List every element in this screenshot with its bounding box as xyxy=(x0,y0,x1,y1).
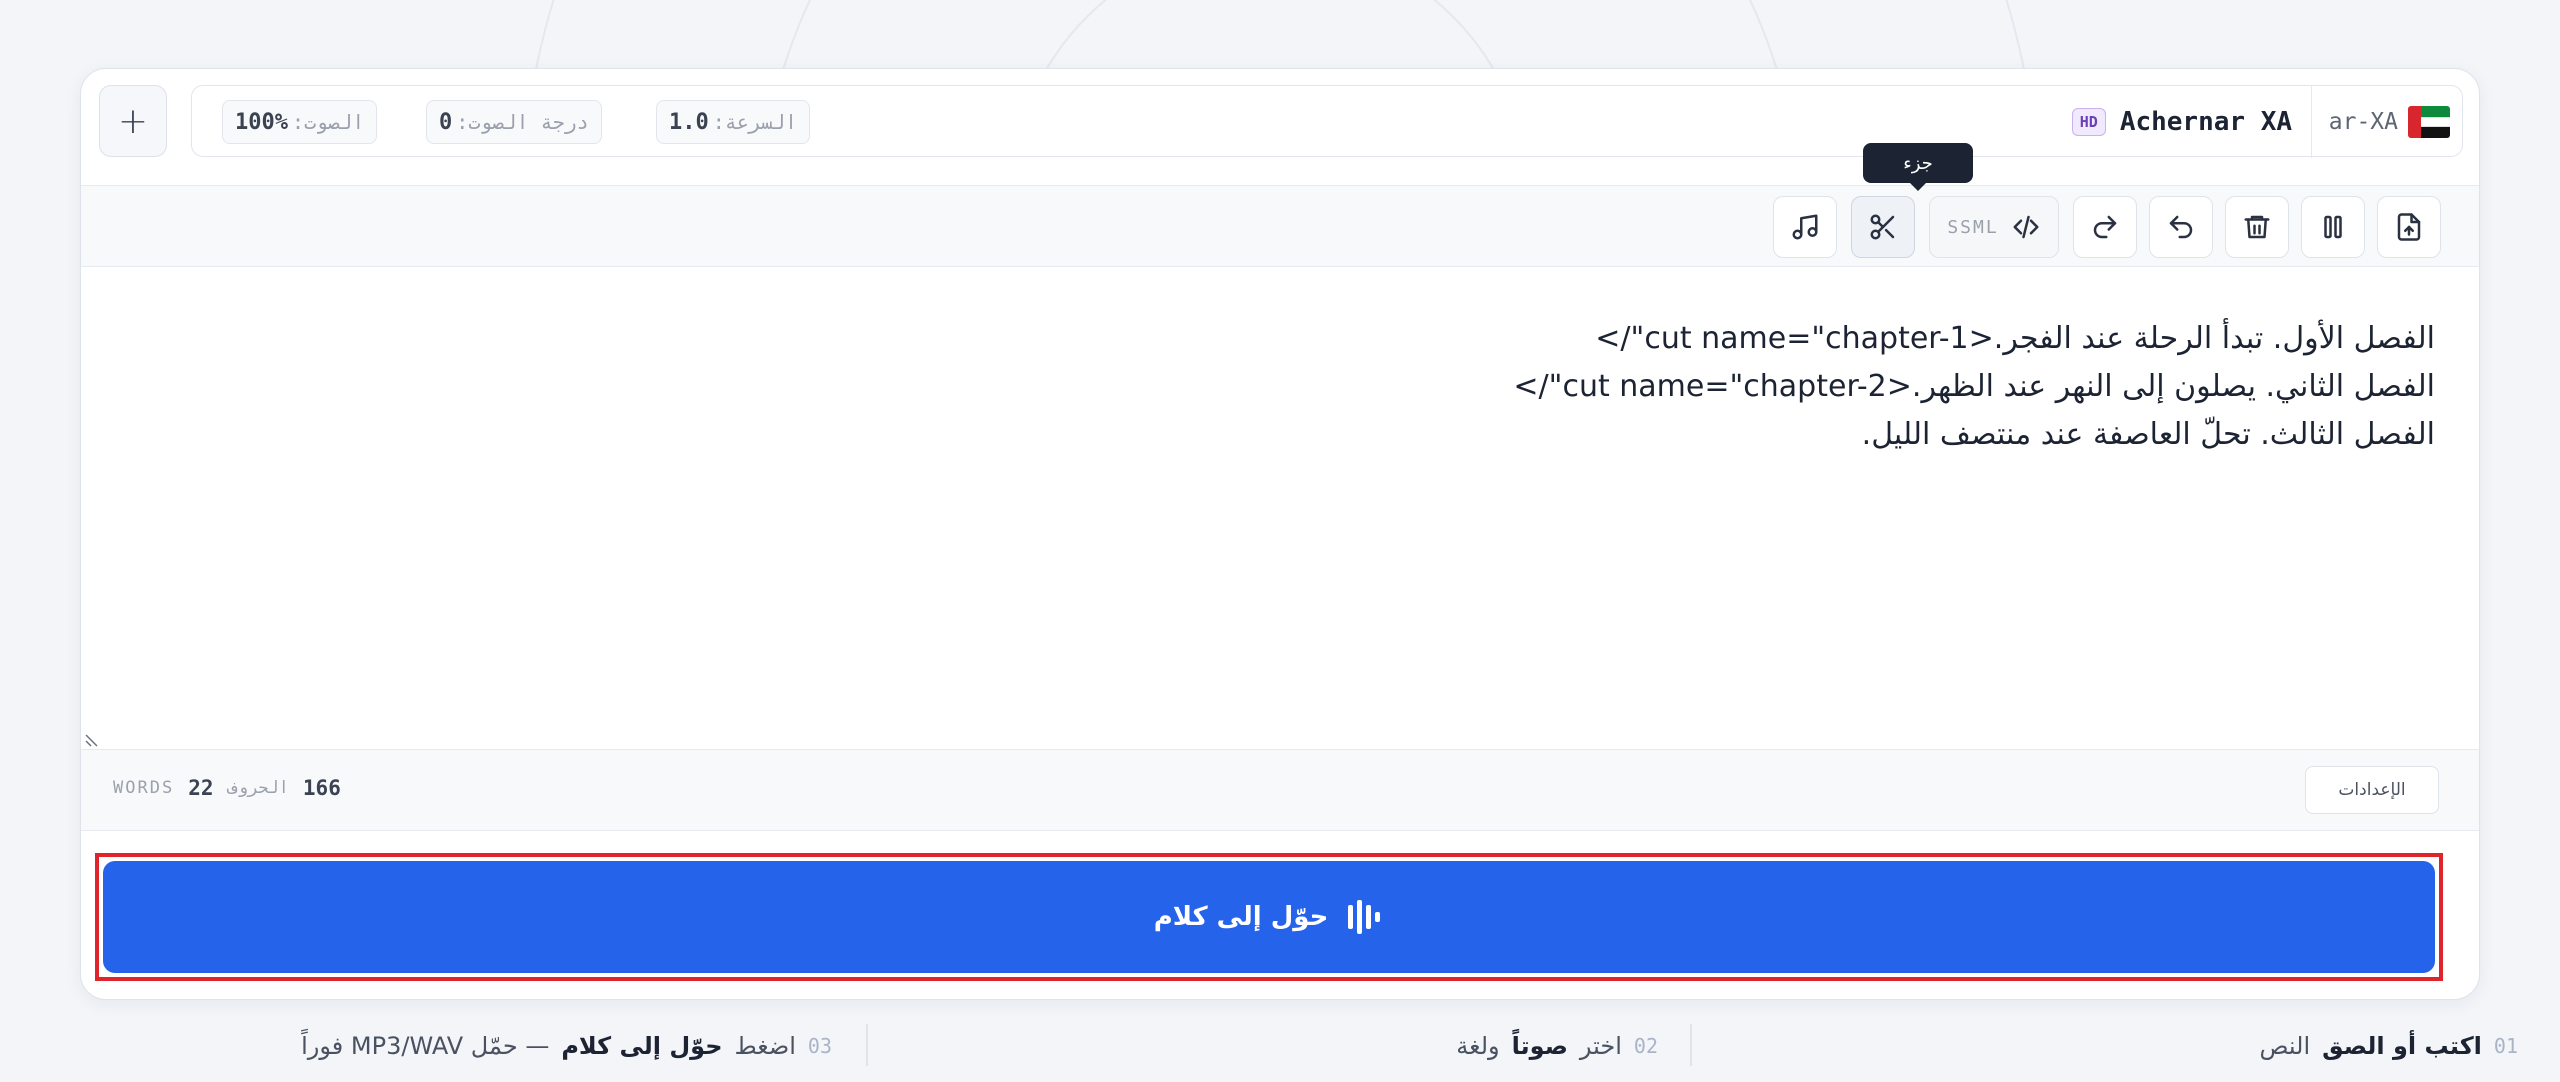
step-number: 01 xyxy=(2493,1034,2518,1058)
step-emphasis: صوتاً xyxy=(1511,1032,1568,1060)
words-label: WORDS xyxy=(113,778,175,798)
voice-selector[interactable]: HD Achernar XA xyxy=(2071,100,2292,144)
text-stats: WORDS 22 الحروف 166 xyxy=(113,776,341,800)
scissors-icon xyxy=(1870,214,1895,240)
clear-text-button[interactable] xyxy=(2225,196,2289,258)
insert-cut-button[interactable] xyxy=(1851,196,1915,258)
code-icon xyxy=(2013,215,2039,239)
insert-pause-button[interactable] xyxy=(2301,196,2365,258)
pitch-label: درجة الصوت: xyxy=(456,110,589,134)
pitch-pill[interactable]: درجة الصوت: 0 xyxy=(426,100,602,144)
editor-line: الفصل الثالث. تحلّ العاصفة عند منتصف الل… xyxy=(1861,417,2435,452)
convert-label: حوّل إلى كلام xyxy=(1153,902,1329,932)
step-text: النص xyxy=(2259,1032,2311,1060)
convert-to-speech-button[interactable]: حوّل إلى كلام xyxy=(103,861,2435,973)
undo-icon xyxy=(2169,215,2193,239)
text-editor[interactable]: الفصل الأول. تبدأ الرحلة عند الفجر.<cut … xyxy=(81,267,2479,749)
insert-audio-button[interactable] xyxy=(1773,196,1837,258)
voice-name: Achernar XA xyxy=(2119,107,2292,137)
divider xyxy=(1690,1024,1692,1066)
redo-icon xyxy=(2093,215,2117,239)
volume-value: 100% xyxy=(235,109,288,135)
trash-icon xyxy=(2244,215,2270,239)
steps-guide: 01 اكتب أو الصق النص 02 اختر صوتاً ولغة … xyxy=(0,1010,2560,1080)
hd-badge: HD xyxy=(2071,108,2106,136)
step-1: 01 اكتب أو الصق النص xyxy=(2260,1028,2518,1064)
speed-value: 1.0 xyxy=(669,109,709,135)
locale-code: ar-XA xyxy=(2328,109,2398,135)
tts-editor-card: + الصوت: 100% درجة الصوت: 0 السرعة: 1.0 … xyxy=(80,68,2480,1000)
speed-pill[interactable]: السرعة: 1.0 xyxy=(656,100,811,144)
uae-flag-icon xyxy=(2408,106,2450,138)
step-text: اضغط xyxy=(734,1032,796,1060)
divider xyxy=(866,1024,868,1066)
step-text: اختر xyxy=(1579,1032,1622,1060)
convert-highlight: حوّل إلى كلام xyxy=(95,853,2443,981)
redo-button[interactable] xyxy=(2073,196,2137,258)
step-text: — حمّل MP3/WAV فوراً xyxy=(301,1032,550,1060)
editor-line: الفصل الأول. تبدأ الرحلة عند الفجر.<cut … xyxy=(1595,321,2435,356)
undo-button[interactable] xyxy=(2149,196,2213,258)
editor-toolbar: SSML xyxy=(81,185,2479,267)
settings-button[interactable]: الإعدادات xyxy=(2305,766,2439,814)
speed-label: السرعة: xyxy=(712,110,798,134)
ssml-label: SSML xyxy=(1947,216,1999,238)
step-emphasis: اكتب أو الصق xyxy=(2322,1032,2482,1060)
editor-line: الفصل الثاني. يصلون إلى النهر عند الظهر.… xyxy=(1513,369,2435,404)
cut-tooltip: جزء xyxy=(1863,143,1973,191)
voice-settings-bar: الصوت: 100% درجة الصوت: 0 السرعة: 1.0 HD… xyxy=(191,85,2463,158)
stats-bar: WORDS 22 الحروف 166 الإعدادات xyxy=(81,749,2479,831)
step-number: 02 xyxy=(1633,1034,1658,1058)
upload-file-icon xyxy=(2397,213,2421,241)
step-number: 03 xyxy=(807,1034,832,1058)
volume-pill[interactable]: الصوت: 100% xyxy=(222,100,378,144)
add-voice-button[interactable]: + xyxy=(99,85,167,157)
words-count: 22 xyxy=(188,776,214,800)
step-3: 03 اضغط حوّل إلى كلام — حمّل MP3/WAV فور… xyxy=(301,1028,832,1064)
pause-icon xyxy=(2324,215,2342,239)
chars-label: الحروف xyxy=(227,778,289,798)
step-2: 02 اختر صوتاً ولغة xyxy=(1456,1028,1658,1064)
step-emphasis: حوّل إلى كلام xyxy=(561,1032,723,1060)
pitch-value: 0 xyxy=(439,109,453,135)
waveform-icon xyxy=(1348,900,1381,934)
plus-icon: + xyxy=(117,100,149,142)
resize-handle-icon[interactable] xyxy=(85,733,99,747)
locale-selector[interactable]: ar-XA xyxy=(2329,100,2450,144)
step-text: ولغة xyxy=(1456,1032,1500,1060)
divider xyxy=(2310,86,2312,158)
editor-content[interactable]: الفصل الأول. تبدأ الرحلة عند الفجر.<cut … xyxy=(135,315,2435,459)
upload-file-button[interactable] xyxy=(2377,196,2441,258)
volume-label: الصوت: xyxy=(291,110,365,134)
chars-count: 166 xyxy=(302,776,341,800)
ssml-toggle-button[interactable]: SSML xyxy=(1929,196,2059,258)
music-icon xyxy=(1792,214,1818,240)
